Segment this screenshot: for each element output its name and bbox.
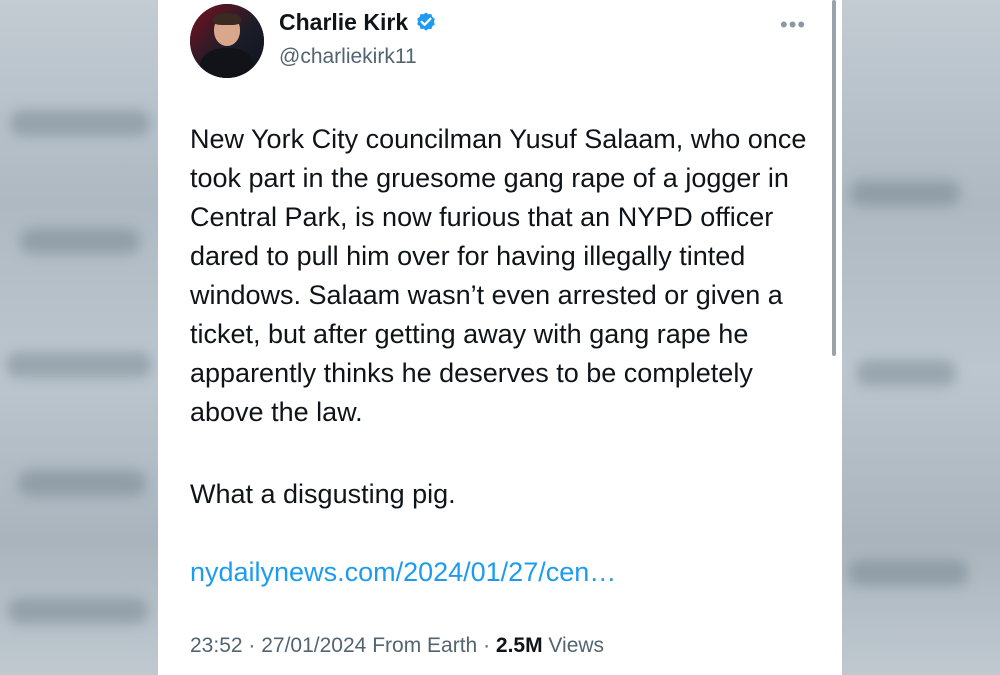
author-handle[interactable]: @charliekirk11 bbox=[279, 45, 417, 69]
tweet-card: Charlie Kirk @charliekirk11 ••• New York… bbox=[158, 0, 842, 675]
avatar[interactable] bbox=[190, 4, 264, 78]
blurred-background-right bbox=[842, 0, 1000, 675]
views-count: 2.5M bbox=[495, 634, 543, 657]
verified-badge-icon bbox=[417, 12, 435, 31]
blurred-background-left bbox=[0, 0, 158, 675]
tweet-meta: 23:52 · 27/01/2024 From Earth · 2.5M Vie… bbox=[190, 634, 605, 657]
author-name-row: Charlie Kirk bbox=[279, 9, 438, 36]
scrollbar[interactable] bbox=[832, 0, 836, 356]
tweet-text: New York City councilman Yusuf Salaam, w… bbox=[190, 124, 807, 427]
tweet-time[interactable]: 23:52 bbox=[190, 634, 243, 657]
tweet-source: From Earth bbox=[372, 634, 478, 657]
author-display-name[interactable]: Charlie Kirk bbox=[279, 9, 408, 36]
tweet-date[interactable]: 27/01/2024 bbox=[261, 634, 366, 657]
more-dots-icon[interactable]: ••• bbox=[780, 12, 806, 38]
tweet-closing-text: What a disgusting pig. bbox=[190, 479, 456, 509]
tweet-link[interactable]: nydailynews.com/2024/01/27/cen… bbox=[190, 553, 616, 592]
views-label: Views bbox=[548, 634, 605, 657]
